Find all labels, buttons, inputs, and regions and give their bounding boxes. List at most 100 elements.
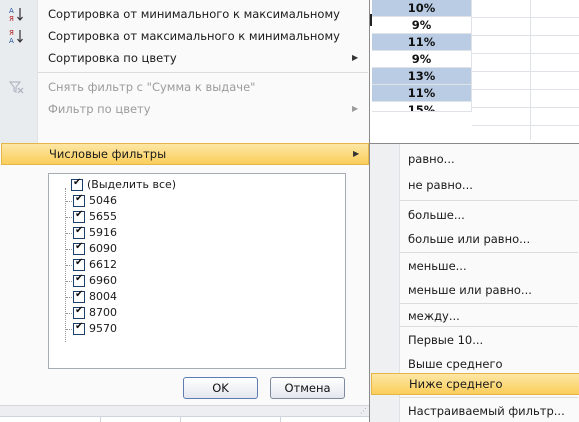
- checkbox[interactable]: [71, 177, 83, 191]
- cell-percent[interactable]: 9%: [372, 51, 472, 68]
- checkbox[interactable]: [73, 321, 85, 335]
- grid-line: [472, 53, 579, 54]
- clear-filter-label: Снять фильтр с "Сумма к выдаче": [48, 80, 256, 94]
- cell-percent[interactable]: 15%: [372, 102, 472, 112]
- clear-filter-icon: [8, 79, 24, 95]
- filter-equals-item[interactable]: равно...: [370, 146, 579, 172]
- filter-custom-label: Настраиваемый фильтр...: [408, 404, 565, 418]
- grid-line: [100, 417, 101, 422]
- sort-by-color-label: Сортировка по цвету: [48, 51, 177, 65]
- grid-line: [472, 17, 579, 18]
- checkbox[interactable]: [73, 273, 85, 287]
- checklist-select-all[interactable]: (Выделить все): [49, 177, 339, 193]
- grid-line: [530, 0, 531, 140]
- checklist-label: 5916: [89, 226, 117, 239]
- checklist-item[interactable]: 8004: [49, 289, 339, 305]
- sort-by-color-item[interactable]: Сортировка по цвету ▶: [0, 47, 370, 69]
- sort-asc-icon: А Я: [8, 6, 24, 23]
- grid-line: [472, 89, 579, 90]
- checklist-item[interactable]: 6090: [49, 241, 339, 257]
- sort-descending-label: Сортировка от максимального к минимально…: [48, 29, 340, 43]
- ok-button[interactable]: OK: [183, 377, 258, 399]
- checklist-label: 9570: [89, 322, 117, 335]
- submenu-arrow-icon: ▶: [353, 149, 360, 158]
- filter-greater-eq-label: больше или равно...: [408, 232, 531, 246]
- filter-top10-label: Первые 10...: [408, 333, 484, 347]
- checklist-item[interactable]: 5916: [49, 225, 339, 241]
- tree-branch: [66, 201, 72, 202]
- grid-line: [472, 107, 579, 108]
- checklist-item[interactable]: 5655: [49, 209, 339, 225]
- resize-grip-icon[interactable]: ⋰: [360, 407, 367, 415]
- sort-ascending-label: Сортировка от минимального к максимально…: [48, 7, 340, 21]
- svg-text:Я: Я: [9, 29, 14, 37]
- cancel-button[interactable]: Отмена: [270, 377, 345, 399]
- checklist-label: (Выделить все): [87, 178, 177, 191]
- tree-branch: [66, 281, 72, 282]
- sort-descending-item[interactable]: Я А Сортировка от максимального к минима…: [0, 25, 370, 47]
- filter-below-average-label: Ниже среднего: [409, 377, 503, 391]
- filter-custom-item[interactable]: Настраиваемый фильтр...: [370, 398, 579, 422]
- checklist-label: 6960: [89, 274, 117, 287]
- tree-branch: [66, 217, 72, 218]
- clear-filter-item[interactable]: Снять фильтр с "Сумма к выдаче": [0, 76, 370, 98]
- filter-greater-eq-item[interactable]: больше или равно...: [370, 226, 579, 252]
- menu-separator: [38, 72, 368, 73]
- cell-percent[interactable]: 10%: [372, 0, 472, 17]
- sort-ascending-item[interactable]: А Я Сортировка от минимального к максима…: [0, 3, 370, 25]
- checklist-item[interactable]: 9570: [49, 321, 339, 337]
- tree-branch: [66, 329, 72, 330]
- filter-below-average-item[interactable]: Ниже среднего: [371, 373, 579, 395]
- filter-not-equals-label: не равно...: [408, 178, 473, 192]
- checkbox[interactable]: [73, 193, 85, 207]
- grid-line: [180, 417, 181, 422]
- grid-line: [280, 417, 281, 422]
- cell-percent[interactable]: 13%: [372, 68, 472, 85]
- resize-strip[interactable]: ⋰: [0, 405, 370, 416]
- svg-text:Я: Я: [9, 15, 14, 22]
- grid-line: [472, 71, 579, 72]
- filter-by-color-item[interactable]: Фильтр по цвету ▶: [0, 98, 370, 120]
- autofilter-menu: А Я Сортировка от минимального к максима…: [0, 0, 370, 416]
- checklist-item[interactable]: 6612: [49, 257, 339, 273]
- checklist-item[interactable]: 5046: [49, 193, 339, 209]
- grid-line: [472, 125, 579, 126]
- tree-branch: [66, 233, 72, 234]
- checklist-label: 5655: [89, 210, 117, 223]
- tree-branch: [66, 249, 72, 250]
- checklist-item[interactable]: 6960: [49, 273, 339, 289]
- number-filters-label: Числовые фильтры: [49, 147, 167, 161]
- cell-percent[interactable]: 11%: [372, 34, 472, 51]
- tree-branch: [66, 313, 72, 314]
- checklist-label: 8004: [89, 290, 117, 303]
- filter-equals-label: равно...: [408, 152, 455, 166]
- filter-less-eq-label: меньше или равно...: [408, 283, 532, 297]
- cell-percent[interactable]: 11%: [372, 85, 472, 102]
- checkbox[interactable]: [73, 225, 85, 239]
- value-checklist[interactable]: (Выделить все) 5046 5655 5916 6090 6612: [48, 173, 346, 369]
- checkbox[interactable]: [73, 241, 85, 255]
- cell-percent[interactable]: 9%: [372, 17, 472, 34]
- filter-top10-item[interactable]: Первые 10...: [370, 327, 579, 353]
- checkbox[interactable]: [73, 289, 85, 303]
- checklist-item[interactable]: 8700: [49, 305, 339, 321]
- tree-branch: [66, 265, 72, 266]
- checkbox[interactable]: [73, 305, 85, 319]
- menu-separator: [400, 200, 578, 201]
- filter-greater-label: больше...: [408, 208, 465, 222]
- svg-text:А: А: [9, 37, 14, 44]
- submenu-arrow-icon: ▶: [352, 104, 359, 113]
- submenu-arrow-icon: ▶: [352, 53, 359, 62]
- svg-text:А: А: [9, 7, 14, 15]
- filter-less-eq-item[interactable]: меньше или равно...: [370, 277, 579, 303]
- sort-desc-icon: Я А: [8, 28, 24, 45]
- filter-greater-item[interactable]: больше...: [370, 202, 579, 228]
- checkbox[interactable]: [73, 209, 85, 223]
- checkbox[interactable]: [73, 257, 85, 271]
- filter-not-equals-item[interactable]: не равно...: [370, 172, 579, 198]
- filter-less-label: меньше...: [408, 259, 467, 273]
- number-filters-item[interactable]: Числовые фильтры ▶: [1, 143, 369, 165]
- filter-less-item[interactable]: меньше...: [370, 253, 579, 279]
- filter-by-color-label: Фильтр по цвету: [48, 102, 151, 116]
- checklist-label: 8700: [89, 306, 117, 319]
